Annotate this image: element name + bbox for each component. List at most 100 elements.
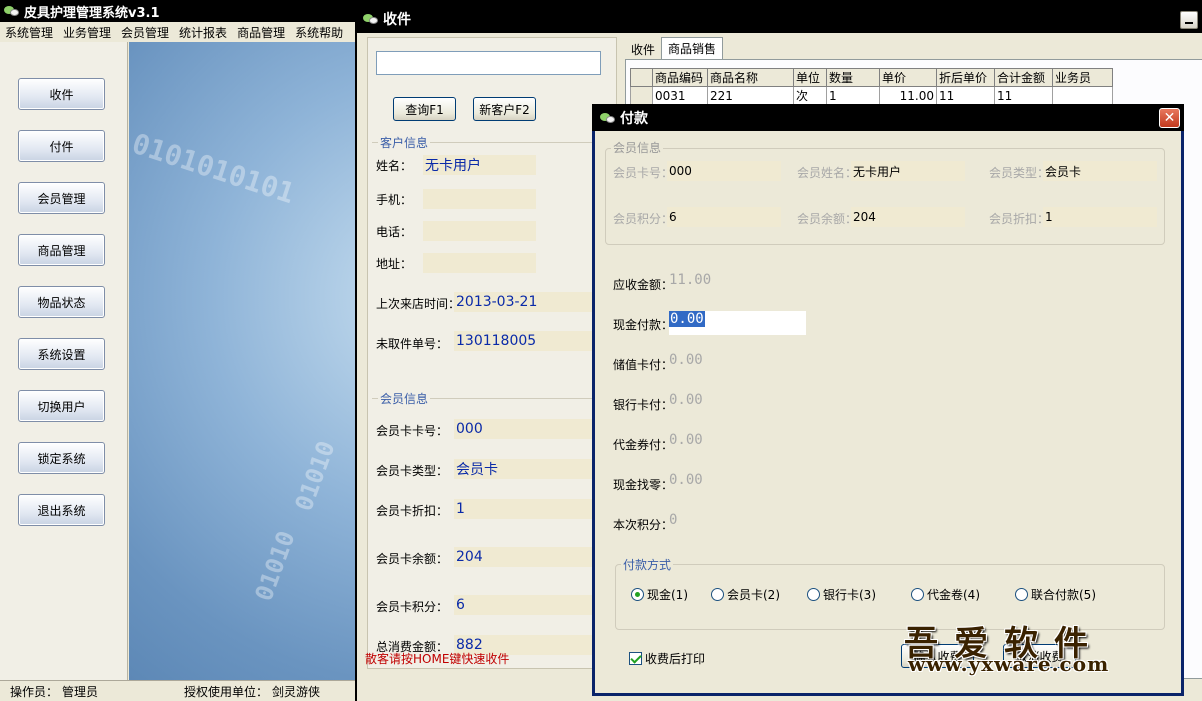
member-card-type-value: 会员卡: [454, 459, 594, 479]
grid-cell[interactable]: [1052, 86, 1113, 105]
status-operator: 管理员: [62, 684, 99, 699]
customer-address-value: [423, 253, 536, 273]
pending-order-label: 未取件单号：: [376, 337, 449, 351]
member-balance-value: 204: [454, 547, 594, 567]
grid-cell[interactable]: 11.00: [879, 86, 937, 105]
payment-member-section-title: 会员信息: [611, 139, 664, 156]
radio-bank-card[interactable]: 银行卡(3): [807, 586, 876, 603]
radio-unselected-icon[interactable]: [911, 588, 924, 601]
app-logo-icon: [4, 4, 20, 18]
receive-tabs: 收件 商品销售: [625, 37, 724, 59]
amount-due-value: 11.00: [669, 272, 712, 288]
grid-header-price[interactable]: 单价: [879, 68, 937, 87]
grid-header-total[interactable]: 合计金额: [994, 68, 1053, 87]
nav-product-button[interactable]: 商品管理: [18, 234, 105, 266]
grid-row-indicator-header: [630, 68, 653, 87]
nav-exit-button[interactable]: 退出系统: [18, 494, 105, 526]
menu-system-management[interactable]: 系统管理: [0, 24, 58, 41]
cash-payment-value: 0.00: [669, 311, 705, 327]
points-earned-value: 0: [669, 512, 678, 528]
main-nav-panel: 收件 付件 会员管理 商品管理 物品状态 系统设置 切换用户 锁定系统 退出系统: [0, 42, 128, 680]
grid-header-name[interactable]: 商品名称: [707, 68, 794, 87]
voucher-value[interactable]: 0.00: [669, 432, 703, 448]
payment-method-title: 付款方式: [621, 556, 674, 573]
grid-cell[interactable]: 1: [826, 86, 880, 105]
tab-product-sales[interactable]: 商品销售: [661, 37, 724, 59]
grid-header-unit[interactable]: 单位: [793, 68, 827, 87]
grid-cell[interactable]: 11: [994, 86, 1053, 105]
menu-business-management[interactable]: 业务管理: [58, 24, 116, 41]
pay-points-value: 6: [667, 207, 781, 227]
stored-card-label: 储值卡付：: [613, 358, 674, 372]
status-operator-label: 操作员：: [10, 684, 59, 699]
radio-unselected-icon[interactable]: [1015, 588, 1028, 601]
change-value: 0.00: [669, 472, 703, 488]
pay-discount-label: 会员折扣：: [989, 212, 1050, 226]
menu-reports[interactable]: 统计报表: [174, 24, 232, 41]
payment-dialog-title: 付款: [620, 110, 648, 127]
nav-receive-button[interactable]: 收件: [18, 78, 105, 110]
radio-combined-label: 联合付款(5): [1031, 588, 1096, 602]
member-section-title: 会员信息: [378, 390, 431, 407]
member-card-no-value: 000: [454, 419, 594, 439]
query-button[interactable]: 查询F1: [393, 97, 456, 121]
last-visit-value: 2013-03-21: [454, 292, 594, 312]
voucher-label: 代金券付：: [613, 438, 674, 452]
checkbox-checked-icon[interactable]: [629, 652, 642, 665]
receive-window-titlebar: 收件: [357, 5, 1202, 33]
grid-cell[interactable]: 0031: [652, 86, 708, 105]
radio-combined[interactable]: 联合付款(5): [1015, 586, 1096, 603]
grid-header-code[interactable]: 商品编码: [652, 68, 708, 87]
radio-bank-card-label: 银行卡(3): [823, 588, 876, 602]
grid-cell[interactable]: 次: [793, 86, 827, 105]
grid-header-discount-price[interactable]: 折后单价: [936, 68, 995, 87]
background-binary-decoration: 01010: [249, 527, 301, 605]
new-customer-button[interactable]: 新客户F2: [473, 97, 536, 121]
nav-deliver-button[interactable]: 付件: [18, 130, 105, 162]
menu-product-management[interactable]: 商品管理: [232, 24, 290, 41]
nav-item-status-button[interactable]: 物品状态: [18, 286, 105, 318]
pay-card-no-value: 000: [667, 161, 781, 181]
radio-unselected-icon[interactable]: [807, 588, 820, 601]
member-points-value: 6: [454, 595, 594, 615]
bank-card-label: 银行卡付：: [613, 398, 674, 412]
change-label: 现金找零：: [613, 478, 674, 492]
grid-cell[interactable]: 221: [707, 86, 794, 105]
radio-member-card[interactable]: 会员卡(2): [711, 586, 780, 603]
radio-selected-icon[interactable]: [631, 588, 644, 601]
nav-switch-user-button[interactable]: 切换用户: [18, 390, 105, 422]
customer-mobile-value: [423, 189, 536, 209]
nav-settings-button[interactable]: 系统设置: [18, 338, 105, 370]
cash-payment-input[interactable]: 0.00: [669, 311, 806, 335]
menu-system-help[interactable]: 系统帮助: [290, 24, 348, 41]
nav-member-button[interactable]: 会员管理: [18, 182, 105, 214]
minimize-icon[interactable]: [1180, 11, 1198, 29]
nav-lock-button[interactable]: 锁定系统: [18, 442, 105, 474]
grid-cell[interactable]: 11: [936, 86, 995, 105]
close-icon[interactable]: ✕: [1159, 108, 1180, 128]
customer-panel: 查询F1 新客户F2 客户信息 姓名： 无卡用户 手机： 电话： 地址： 上次来…: [367, 37, 617, 669]
background-binary-decoration: 0101010101: [129, 126, 299, 211]
app-logo-icon: [363, 12, 379, 26]
tab-receive[interactable]: 收件: [625, 39, 661, 59]
radio-cash[interactable]: 现金(1): [631, 586, 688, 603]
search-input[interactable]: [376, 51, 601, 75]
customer-section-title: 客户信息: [378, 134, 431, 151]
member-discount-label: 会员卡折扣：: [376, 504, 449, 518]
customer-phone-label: 电话：: [376, 225, 413, 239]
stored-card-value[interactable]: 0.00: [669, 352, 703, 368]
member-card-no-label: 会员卡卡号：: [376, 424, 449, 438]
sales-grid: 商品编码 商品名称 单位 数量 单价 折后单价 合计金额 业务员 0031 22…: [630, 68, 1113, 105]
grid-header-salesperson[interactable]: 业务员: [1052, 68, 1113, 87]
radio-voucher[interactable]: 代金卷(4): [911, 586, 980, 603]
radio-unselected-icon[interactable]: [711, 588, 724, 601]
bank-card-value[interactable]: 0.00: [669, 392, 703, 408]
customer-name-value: 无卡用户: [423, 155, 536, 175]
radio-voucher-label: 代金卷(4): [927, 588, 980, 602]
grid-row-indicator[interactable]: [630, 86, 653, 105]
watermark-logo: 吾爱软件 www.yxware.com: [896, 616, 1196, 678]
table-row[interactable]: 0031 221 次 1 11.00 11 11: [630, 86, 1113, 105]
menu-member-management[interactable]: 会员管理: [116, 24, 174, 41]
print-after-checkbox[interactable]: 收费后打印: [629, 650, 705, 667]
grid-header-quantity[interactable]: 数量: [826, 68, 880, 87]
